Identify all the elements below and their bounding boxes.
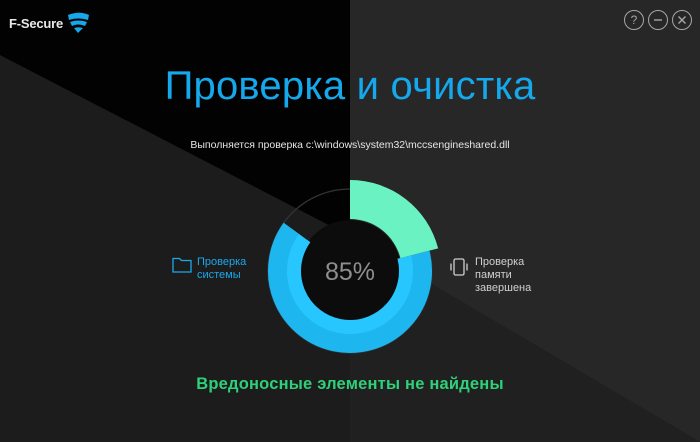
stage-memory-scan-line1: Проверка: [475, 256, 525, 268]
memory-phone-icon: [450, 258, 468, 276]
stage-system-scan-line1: Проверка: [197, 256, 247, 268]
scan-result: Вредоносные элементы не найдены: [196, 375, 504, 393]
stage-memory-scan: Проверка памяти завершена: [448, 256, 531, 295]
stage-memory-scan-line3: завершена: [475, 282, 532, 294]
stage-memory-scan-line2: памяти: [475, 269, 512, 281]
stage-system-scan[interactable]: Проверка системы: [172, 256, 246, 282]
folder-icon: [172, 257, 192, 273]
progress-percent: 85%: [325, 258, 375, 286]
app-window: F-Secure ? Проверка и очистка Выполняетс…: [0, 0, 700, 442]
stage-system-scan-line2: системы: [197, 269, 241, 281]
